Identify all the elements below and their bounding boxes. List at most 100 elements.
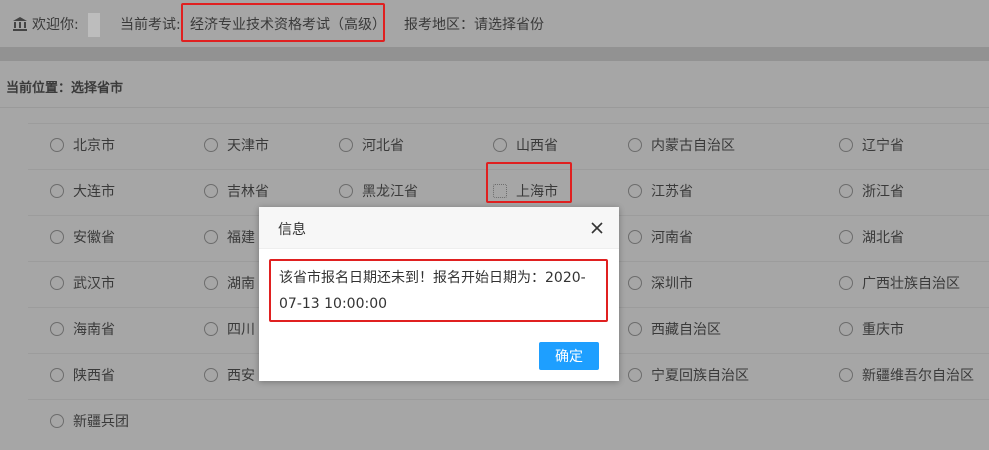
info-dialog: 信息 该省市报名日期还未到！报名开始日期为：2020-07-13 10:00:0… xyxy=(259,207,619,381)
province-option[interactable]: 浙江省 xyxy=(839,180,904,202)
province-option[interactable]: 广西壮族自治区 xyxy=(839,272,960,294)
radio-icon[interactable] xyxy=(839,230,853,244)
province-label: 江苏省 xyxy=(651,184,693,200)
province-label: 山西省 xyxy=(516,138,558,154)
radio-icon[interactable] xyxy=(204,322,218,336)
province-label: 辽宁省 xyxy=(862,138,904,154)
province-label: 陕西省 xyxy=(73,368,115,384)
radio-icon[interactable] xyxy=(493,138,507,152)
radio-icon[interactable] xyxy=(839,368,853,382)
province-option[interactable]: 福建 xyxy=(204,226,255,248)
radio-icon[interactable] xyxy=(204,184,218,198)
province-label: 西安 xyxy=(227,368,255,384)
radio-icon[interactable] xyxy=(50,184,64,198)
province-option[interactable]: 宁夏回族自治区 xyxy=(628,364,749,386)
radio-icon[interactable] xyxy=(204,138,218,152)
province-label: 湖北省 xyxy=(862,230,904,246)
province-label: 北京市 xyxy=(73,138,115,154)
province-option[interactable]: 北京市 xyxy=(50,134,115,156)
province-option[interactable]: 河北省 xyxy=(339,134,404,156)
province-option[interactable]: 湖南 xyxy=(204,272,255,294)
province-label: 吉林省 xyxy=(227,184,269,200)
exam-highlight-box xyxy=(181,3,385,42)
radio-icon[interactable] xyxy=(50,414,64,428)
province-label: 黑龙江省 xyxy=(362,184,418,200)
province-option[interactable]: 陕西省 xyxy=(50,364,115,386)
radio-icon[interactable] xyxy=(339,138,353,152)
province-label: 湖南 xyxy=(227,276,255,292)
province-label: 深圳市 xyxy=(651,276,693,292)
province-label: 武汉市 xyxy=(73,276,115,292)
province-label: 大连市 xyxy=(73,184,115,200)
province-label: 宁夏回族自治区 xyxy=(651,368,749,384)
radio-icon[interactable] xyxy=(839,184,853,198)
province-option[interactable]: 吉林省 xyxy=(204,180,269,202)
radio-icon[interactable] xyxy=(839,322,853,336)
close-icon[interactable] xyxy=(589,220,605,236)
radio-icon[interactable] xyxy=(839,138,853,152)
radio-icon[interactable] xyxy=(50,322,64,336)
province-label: 重庆市 xyxy=(862,322,904,338)
province-option[interactable]: 西藏自治区 xyxy=(628,318,721,340)
radio-icon[interactable] xyxy=(628,230,642,244)
radio-icon[interactable] xyxy=(50,230,64,244)
province-option[interactable]: 重庆市 xyxy=(839,318,904,340)
shanghai-highlight-box xyxy=(486,162,572,203)
province-option[interactable]: 河南省 xyxy=(628,226,693,248)
user-name-block xyxy=(88,13,100,37)
province-label: 新疆兵团 xyxy=(73,414,129,430)
province-option[interactable]: 山西省 xyxy=(493,134,558,156)
province-option[interactable]: 湖北省 xyxy=(839,226,904,248)
radio-icon[interactable] xyxy=(204,368,218,382)
province-option[interactable]: 安徽省 xyxy=(50,226,115,248)
province-label: 天津市 xyxy=(227,138,269,154)
province-label: 浙江省 xyxy=(862,184,904,200)
radio-icon[interactable] xyxy=(628,184,642,198)
province-option[interactable]: 黑龙江省 xyxy=(339,180,418,202)
dialog-header: 信息 xyxy=(259,207,619,249)
welcome-label: 欢迎你: xyxy=(32,17,79,33)
province-option[interactable]: 江苏省 xyxy=(628,180,693,202)
radio-icon[interactable] xyxy=(628,276,642,290)
dialog-title: 信息 xyxy=(278,222,306,238)
exam-label: 当前考试: xyxy=(120,17,181,33)
radio-icon[interactable] xyxy=(628,322,642,336)
province-label: 河南省 xyxy=(651,230,693,246)
province-option[interactable]: 新疆兵团 xyxy=(50,410,129,432)
confirm-button[interactable]: 确定 xyxy=(539,342,599,370)
top-bar: 欢迎你: 当前考试: 经济专业技术资格考试（高级） 报考地区：请选择省份 xyxy=(0,0,989,47)
divider xyxy=(0,107,989,108)
radio-icon[interactable] xyxy=(628,138,642,152)
province-label: 西藏自治区 xyxy=(651,322,721,338)
province-row: 新疆兵团 xyxy=(28,399,989,445)
bank-icon xyxy=(13,17,27,31)
radio-icon[interactable] xyxy=(204,230,218,244)
header-divider-band xyxy=(0,47,989,61)
province-label: 安徽省 xyxy=(73,230,115,246)
province-option[interactable]: 武汉市 xyxy=(50,272,115,294)
province-label: 新疆维吾尔自治区 xyxy=(862,368,974,384)
province-option[interactable]: 大连市 xyxy=(50,180,115,202)
province-option[interactable]: 海南省 xyxy=(50,318,115,340)
radio-icon[interactable] xyxy=(628,368,642,382)
province-label: 内蒙古自治区 xyxy=(651,138,735,154)
province-option[interactable]: 西安 xyxy=(204,364,255,386)
province-option[interactable]: 天津市 xyxy=(204,134,269,156)
radio-icon[interactable] xyxy=(50,368,64,382)
breadcrumb: 当前位置：选择省市 xyxy=(6,81,124,96)
radio-icon[interactable] xyxy=(339,184,353,198)
province-label: 河北省 xyxy=(362,138,404,154)
radio-icon[interactable] xyxy=(50,138,64,152)
province-label: 广西壮族自治区 xyxy=(862,276,960,292)
radio-icon[interactable] xyxy=(204,276,218,290)
province-label: 海南省 xyxy=(73,322,115,338)
province-option[interactable]: 新疆维吾尔自治区 xyxy=(839,364,974,386)
province-option[interactable]: 四川 xyxy=(204,318,255,340)
radio-icon[interactable] xyxy=(50,276,64,290)
province-option[interactable]: 深圳市 xyxy=(628,272,693,294)
radio-icon[interactable] xyxy=(839,276,853,290)
province-label: 四川 xyxy=(227,322,255,338)
province-option[interactable]: 辽宁省 xyxy=(839,134,904,156)
province-label: 福建 xyxy=(227,230,255,246)
province-option[interactable]: 内蒙古自治区 xyxy=(628,134,735,156)
